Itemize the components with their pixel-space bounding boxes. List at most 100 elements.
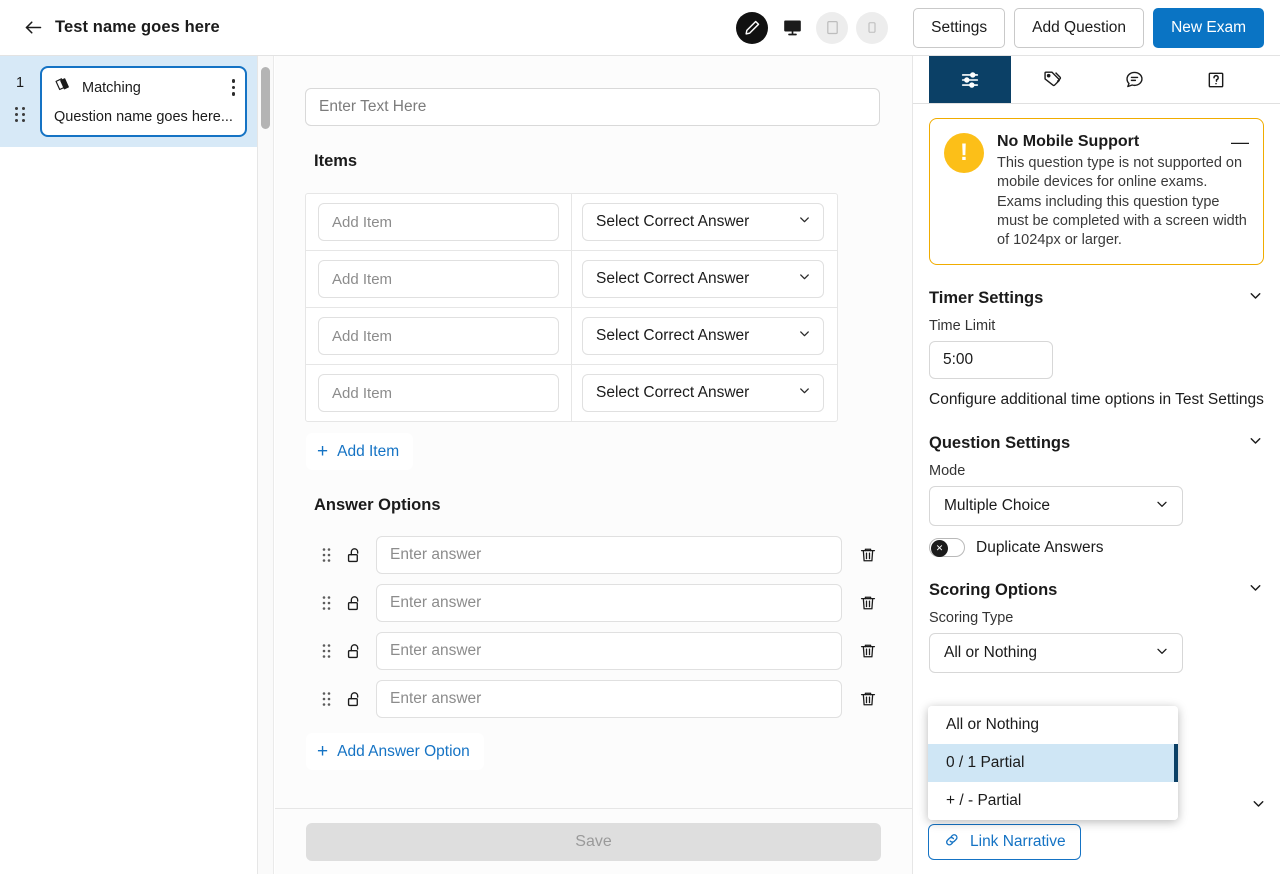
device-preview-group [736, 11, 889, 44]
answer-option-input[interactable] [376, 680, 842, 718]
item-row: Select Correct Answer [306, 308, 837, 365]
item-input[interactable] [318, 317, 559, 355]
dropdown-option-plus-minus-partial[interactable]: + / - Partial [928, 782, 1178, 820]
add-question-button[interactable]: Add Question [1014, 7, 1145, 48]
answer-option-input[interactable] [376, 536, 842, 574]
question-card[interactable]: Matching Question name goes here... [40, 66, 247, 137]
link-narrative-label: Link Narrative [970, 833, 1066, 850]
timer-settings-header[interactable]: Timer Settings [929, 287, 1264, 309]
save-button[interactable]: Save [306, 822, 881, 861]
drag-handle-icon[interactable] [313, 643, 339, 659]
select-correct-answer-dropdown[interactable]: Select Correct Answer [582, 317, 824, 355]
chevron-down-icon[interactable] [1247, 579, 1264, 601]
chevron-down-icon [797, 269, 812, 289]
desktop-icon[interactable] [776, 12, 808, 44]
kebab-menu-icon[interactable] [231, 79, 235, 96]
plus-icon: + [317, 741, 329, 762]
select-correct-answer-dropdown[interactable]: Select Correct Answer [582, 374, 824, 412]
unlock-icon[interactable] [339, 690, 369, 709]
question-settings-title: Question Settings [929, 433, 1071, 452]
delete-answer-option-icon[interactable] [859, 690, 877, 708]
drag-handle-icon[interactable] [313, 595, 339, 611]
drag-handle-icon[interactable] [313, 691, 339, 707]
question-editor: Items Select Correct Answer [275, 56, 912, 874]
drag-handle-icon[interactable] [313, 547, 339, 563]
duplicate-answers-toggle[interactable]: ✕ [929, 538, 965, 558]
timer-settings-title: Timer Settings [929, 288, 1044, 307]
delete-answer-option-icon[interactable] [859, 642, 877, 660]
add-item-row: + Add Item [306, 433, 880, 470]
scoring-type-value: All or Nothing [944, 644, 1038, 662]
chevron-down-icon [797, 212, 812, 232]
chevron-down-icon [1154, 643, 1170, 664]
item-answer-cell: Select Correct Answer [572, 194, 837, 250]
dropdown-option-all-or-nothing[interactable]: All or Nothing [928, 706, 1178, 744]
question-list-item[interactable]: 1 Matching Question name goes here... [0, 56, 257, 147]
time-limit-input[interactable] [929, 341, 1053, 380]
scoring-type-dropdown[interactable]: All or Nothing [929, 633, 1183, 674]
item-input[interactable] [318, 260, 559, 298]
mode-label: Mode [929, 463, 966, 480]
dropdown-option-0-1-partial[interactable]: 0 / 1 Partial [928, 744, 1178, 782]
item-row: Select Correct Answer [306, 365, 837, 421]
chevron-down-icon [1154, 496, 1170, 517]
select-correct-answer-value: Select Correct Answer [596, 327, 750, 344]
scoring-options-header[interactable]: Scoring Options [929, 579, 1264, 601]
mobile-icon[interactable] [856, 11, 889, 44]
chevron-down-icon[interactable] [1247, 432, 1264, 454]
scrollbar-thumb[interactable] [261, 67, 270, 129]
item-cell [306, 308, 572, 364]
question-settings-header[interactable]: Question Settings [929, 432, 1264, 454]
question-text-input[interactable] [305, 88, 880, 126]
unlock-icon[interactable] [339, 642, 369, 661]
top-bar-actions: Settings Add Question New Exam [736, 7, 1280, 48]
alert-text: This question type is not supported on m… [997, 155, 1247, 249]
mode-value: Multiple Choice [944, 497, 1050, 515]
settings-panel-body: ! No Mobile Support — This question type… [913, 104, 1280, 674]
chevron-down-icon[interactable] [1250, 795, 1267, 817]
item-answer-cell: Select Correct Answer [572, 251, 837, 307]
add-answer-option-button[interactable]: + Add Answer Option [306, 733, 484, 770]
answer-options-heading: Answer Options [314, 496, 441, 514]
delete-answer-option-icon[interactable] [859, 546, 877, 564]
item-cell [306, 194, 572, 250]
question-list-scrollbar[interactable] [258, 56, 274, 874]
answer-options-list [305, 531, 880, 723]
unlock-icon[interactable] [339, 594, 369, 613]
answer-option-input[interactable] [376, 632, 842, 670]
pencil-icon[interactable] [736, 11, 769, 44]
select-correct-answer-value: Select Correct Answer [596, 384, 750, 401]
select-correct-answer-dropdown[interactable]: Select Correct Answer [582, 203, 824, 241]
item-input[interactable] [318, 203, 559, 241]
save-bar: Save [275, 808, 912, 874]
back-arrow-icon[interactable] [22, 17, 44, 39]
unlock-icon[interactable] [339, 546, 369, 565]
question-card-header: Matching [54, 77, 235, 98]
tab-tags[interactable] [1011, 56, 1093, 103]
collapse-alert-icon[interactable]: — [1225, 133, 1249, 151]
page-title: Test name goes here [55, 18, 220, 36]
settings-button[interactable]: Settings [913, 7, 1006, 48]
tab-comments[interactable] [1093, 56, 1175, 103]
select-correct-answer-value: Select Correct Answer [596, 270, 750, 287]
duplicate-answers-label: Duplicate Answers [976, 538, 1104, 556]
tab-settings[interactable] [929, 56, 1011, 103]
item-input[interactable] [318, 374, 559, 412]
add-answer-option-label: Add Answer Option [337, 742, 470, 760]
scoring-type-dropdown-menu: All or Nothing 0 / 1 Partial + / - Parti… [928, 706, 1178, 820]
add-item-button[interactable]: + Add Item [306, 433, 414, 470]
item-answer-cell: Select Correct Answer [572, 308, 837, 364]
drag-handle-icon[interactable] [15, 107, 25, 122]
chevron-down-icon[interactable] [1247, 287, 1264, 309]
tablet-icon[interactable] [816, 11, 849, 44]
question-index-column: 1 [0, 66, 40, 137]
answer-option-input[interactable] [376, 584, 842, 622]
item-row: Select Correct Answer [306, 194, 837, 251]
delete-answer-option-icon[interactable] [859, 594, 877, 612]
link-narrative-button[interactable]: Link Narrative [928, 824, 1081, 860]
select-correct-answer-dropdown[interactable]: Select Correct Answer [582, 260, 824, 298]
new-exam-button[interactable]: New Exam [1153, 7, 1264, 48]
tab-help[interactable] [1175, 56, 1257, 103]
question-number: 1 [15, 75, 25, 91]
mode-dropdown[interactable]: Multiple Choice [929, 486, 1183, 527]
